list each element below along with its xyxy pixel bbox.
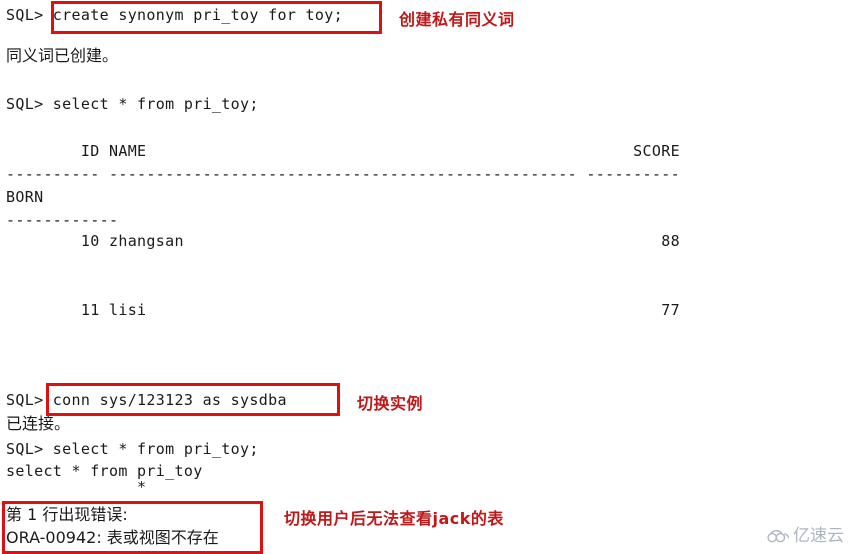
highlight-box-create-synonym [51,1,382,34]
annotation-switch-instance: 切换实例 [357,394,424,413]
table-row: 10 zhangsan 88 [6,232,680,250]
annotation-create-synonym: 创建私有同义词 [399,10,515,29]
terminal-line-connected: 已连接。 [6,414,71,433]
terminal-table-header-rule: ---------- -----------------------------… [6,165,680,183]
terminal-line-select-pri-toy-1: SQL> select * from pri_toy; [6,95,259,113]
highlight-box-error [2,501,263,554]
table-row: 11 lisi 77 [6,301,680,319]
watermark-text: 亿速云 [793,526,844,546]
terminal-line-error-pointer: * [6,478,147,496]
terminal-line-synonym-created: 同义词已创建。 [6,46,119,65]
terminal-table-header-born: BORN [6,188,44,206]
terminal-screenshot: SQL> create synonym pri_toy for toy; 同义词… [0,0,852,554]
cloud-icon [766,529,790,544]
terminal-line-select-pri-toy-2: SQL> select * from pri_toy; [6,440,259,458]
highlight-box-conn-sysdba [46,383,340,416]
terminal-table-header: ID NAME SCORE [6,142,680,160]
terminal-table-header-born-rule: ------------ [6,211,119,229]
watermark: 亿速云 [766,528,844,545]
annotation-cannot-view-jack-table: 切换用户后无法查看jack的表 [284,509,504,528]
